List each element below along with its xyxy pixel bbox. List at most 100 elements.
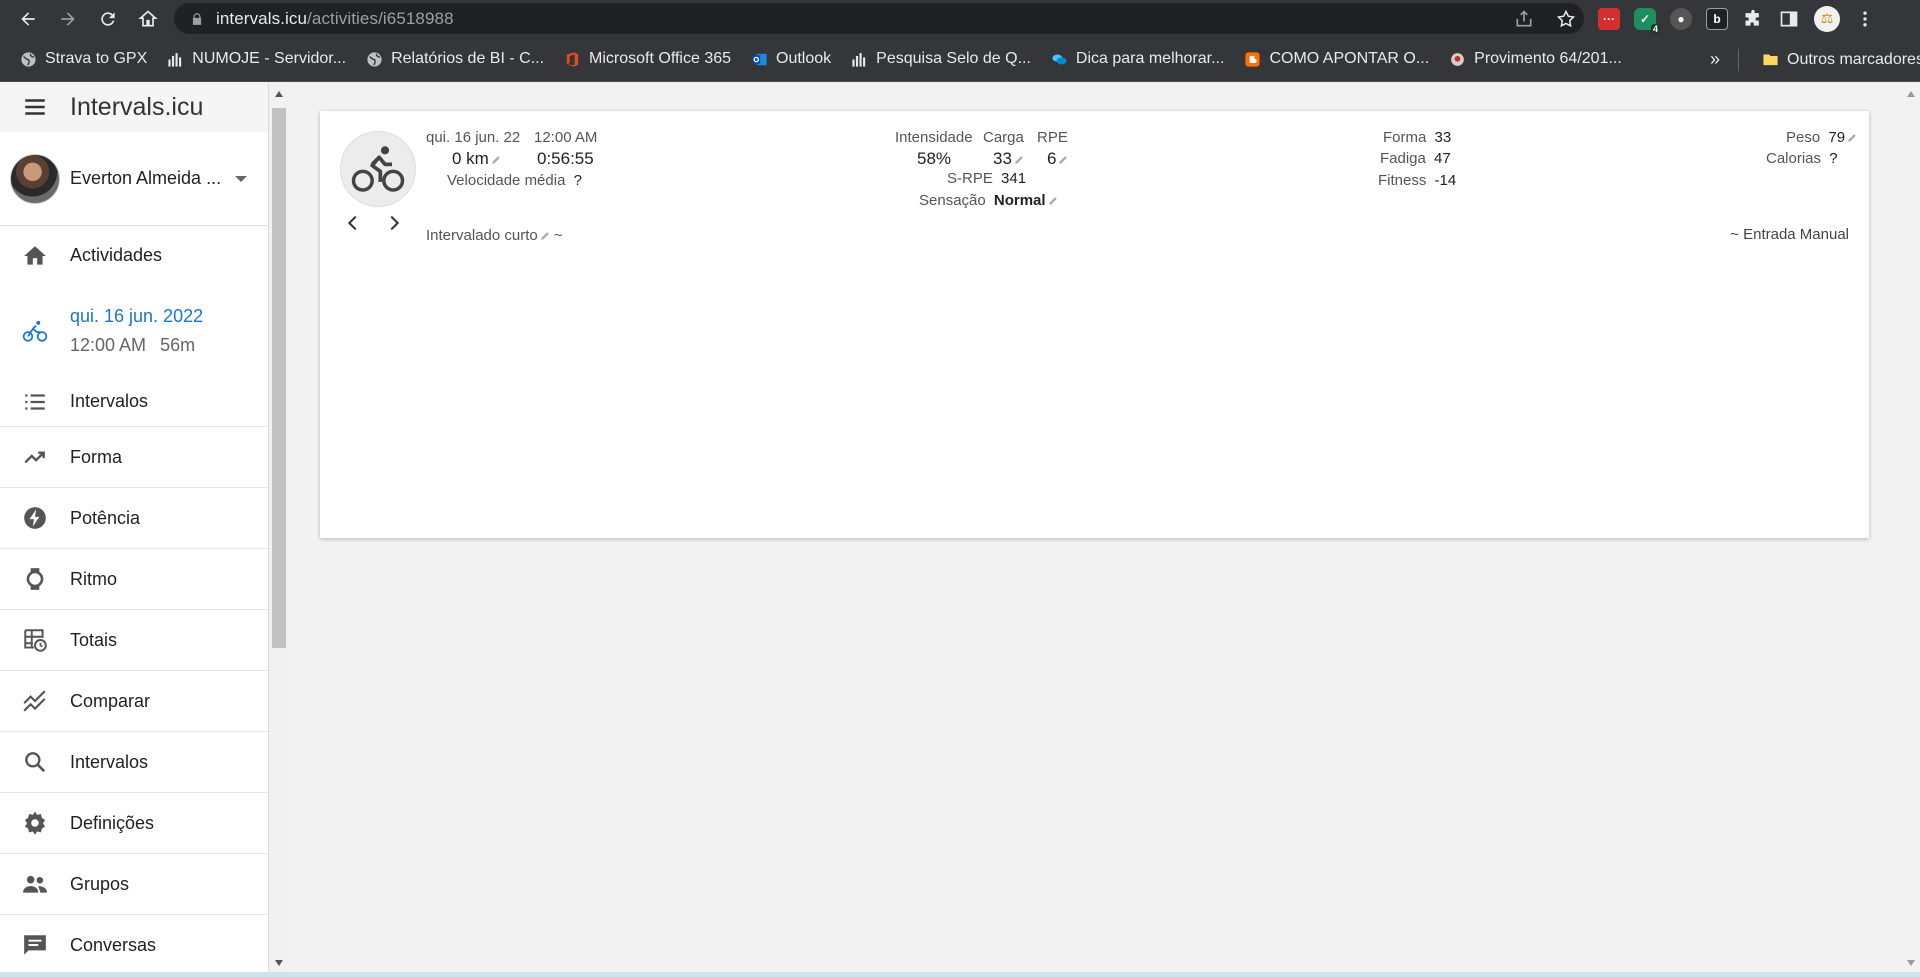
- sidebar-item-conversas[interactable]: Conversas: [0, 915, 268, 976]
- user-selector[interactable]: Everton Almeida ...: [0, 132, 268, 226]
- pencil-icon[interactable]: [1014, 155, 1024, 165]
- rpe-value[interactable]: 6: [1047, 149, 1068, 169]
- page-scrollbar[interactable]: [1902, 82, 1920, 972]
- sidebar-item-potencia[interactable]: Potência: [0, 488, 268, 549]
- scroll-down-arrow-icon[interactable]: [275, 960, 283, 966]
- sidebar-scrollbar[interactable]: [270, 82, 288, 972]
- next-activity-button[interactable]: [379, 208, 409, 238]
- sidebar-item-label: Grupos: [70, 873, 130, 894]
- previous-activity-button[interactable]: [338, 208, 368, 238]
- feel-value: Normal: [993, 192, 1046, 209]
- b-extension-icon[interactable]: b: [1706, 7, 1728, 30]
- caret-down-icon: [235, 175, 248, 182]
- sidebar-item-definicoes[interactable]: Definições: [0, 793, 268, 854]
- address-bar[interactable]: intervals.icu/activities/i6518988: [174, 3, 1584, 34]
- sidebar-item-ritmo[interactable]: Ritmo: [0, 549, 268, 610]
- sidebar-item-comparar[interactable]: Comparar: [0, 671, 268, 732]
- menu-button[interactable]: [0, 82, 70, 132]
- bookmark-numoje[interactable]: NUMOJE - Servidor...: [157, 37, 356, 82]
- form-label: Forma: [1383, 129, 1427, 146]
- pencil-icon[interactable]: [491, 155, 501, 165]
- sidebar-item-totais[interactable]: Totais: [0, 610, 268, 671]
- user-name: Everton Almeida ...: [70, 168, 222, 188]
- sidebar-item-label: Ritmo: [70, 568, 118, 589]
- feel-label: Sensação: [919, 192, 986, 209]
- scroll-down-arrow-icon[interactable]: [1907, 960, 1915, 966]
- activity-name-suffix: ~: [553, 227, 563, 244]
- trending-up-icon: [0, 444, 70, 470]
- bookmark-office-365[interactable]: Microsoft Office 365: [554, 37, 741, 82]
- bookmark-dica-melhorar[interactable]: Dica para melhorar...: [1041, 37, 1235, 82]
- forward-button[interactable]: [48, 0, 88, 37]
- globe-icon: [20, 51, 37, 68]
- more-bookmarks-button[interactable]: »: [1710, 37, 1720, 82]
- back-button[interactable]: [8, 0, 48, 37]
- bookmark-como-apontar[interactable]: COMO APONTAR O...: [1234, 37, 1439, 82]
- bookmark-outlook[interactable]: Outlook: [741, 37, 841, 82]
- main-content: qui. 16 jun. 22 12:00 AM 0 km 0:56:55 Ve…: [288, 82, 1902, 972]
- distance-value[interactable]: 0 km: [452, 149, 501, 169]
- sidebar-item-intervalos[interactable]: Intervalos: [0, 377, 268, 427]
- bookmark-label: NUMOJE - Servidor...: [192, 50, 347, 67]
- activity-start-time: 12:00 AM: [534, 129, 598, 146]
- lock-icon: [192, 12, 202, 25]
- other-bookmarks-label: Outros marcadores: [1787, 50, 1920, 68]
- sidebar-item-label: Forma: [70, 446, 123, 467]
- feel-row[interactable]: Sensação Normal: [919, 192, 1058, 209]
- other-bookmarks-folder[interactable]: Outros marcadores: [1752, 37, 1920, 82]
- sidebar-item-label: Comparar: [70, 690, 151, 711]
- arrow-left-icon: [21, 11, 35, 26]
- pencil-icon[interactable]: [1847, 133, 1857, 143]
- load-value[interactable]: 33: [993, 149, 1024, 169]
- home-button[interactable]: [128, 0, 168, 37]
- fatigue-label: Fadiga: [1380, 150, 1426, 167]
- bookmark-star-icon[interactable]: [1556, 9, 1576, 29]
- bookmark-label: Relatórios de BI - C...: [391, 50, 545, 67]
- list-icon: [0, 389, 70, 415]
- bookmark-label: Strava to GPX: [45, 50, 148, 67]
- srpe-row: S-RPE 341: [947, 170, 1026, 187]
- bookmark-provimento[interactable]: Provimento 64/201...: [1439, 37, 1632, 82]
- sidebar-item-grupos[interactable]: Grupos: [0, 854, 268, 915]
- arrow-right-icon: [61, 11, 75, 26]
- password-extension-icon[interactable]: ···: [1598, 7, 1620, 30]
- kebab-menu-icon[interactable]: [1854, 8, 1876, 30]
- sidebar-item-intervalos-search[interactable]: Intervalos: [0, 732, 268, 793]
- distance-text: 0 km: [452, 149, 489, 168]
- scroll-up-arrow-icon[interactable]: [275, 91, 283, 97]
- sidebar-item-label: Conversas: [70, 934, 157, 955]
- sidebar-item-label: Actividades: [70, 245, 163, 265]
- shield-extension-icon[interactable]: ✓ 4: [1634, 7, 1660, 34]
- sidebar-current-activity[interactable]: qui. 16 jun. 2022 12:00 AM 56m: [0, 285, 268, 377]
- scroll-up-arrow-icon[interactable]: [1907, 91, 1915, 97]
- hamburger-icon: [25, 99, 45, 115]
- weight-row[interactable]: Peso 79: [1786, 129, 1857, 146]
- rpe-text: 6: [1047, 149, 1057, 168]
- sidebar-item-actividades[interactable]: Actividades: [0, 226, 268, 285]
- avg-speed-row: Velocidade média ?: [447, 172, 582, 189]
- ball-extension-icon[interactable]: ●: [1670, 7, 1692, 30]
- bookmark-pesquisa-selo[interactable]: Pesquisa Selo de Q...: [841, 37, 1041, 82]
- profile-avatar-icon[interactable]: ⚖: [1814, 5, 1840, 32]
- sidebar-item-label: Totais: [70, 629, 118, 650]
- share-icon[interactable]: [1514, 9, 1534, 29]
- bookmark-label: Outlook: [776, 50, 832, 67]
- sidebar-item-label: Potência: [70, 507, 141, 528]
- pencil-icon[interactable]: [1048, 196, 1058, 206]
- bike-icon: [0, 318, 70, 344]
- fitness-row: Fitness -14: [1378, 172, 1456, 189]
- app-title[interactable]: Intervals.icu: [70, 93, 203, 122]
- sidebar-item-forma[interactable]: Forma: [0, 427, 268, 488]
- bookmark-relatorios-bi[interactable]: Relatórios de BI - C...: [356, 37, 554, 82]
- pencil-icon[interactable]: [1058, 155, 1068, 165]
- puzzle-icon[interactable]: [1742, 8, 1764, 30]
- scrollbar-thumb[interactable]: [272, 108, 286, 648]
- avatar: [10, 153, 60, 204]
- side-panel-icon[interactable]: [1778, 8, 1800, 30]
- sidebar-item-label: Definições: [70, 812, 155, 833]
- url-text: intervals.icu/activities/i6518988: [216, 8, 454, 28]
- activity-name[interactable]: Intervalado curto ~: [426, 227, 563, 244]
- reload-button[interactable]: [88, 0, 128, 37]
- pencil-icon[interactable]: [540, 231, 550, 241]
- bookmark-strava-to-gpx[interactable]: Strava to GPX: [10, 37, 157, 82]
